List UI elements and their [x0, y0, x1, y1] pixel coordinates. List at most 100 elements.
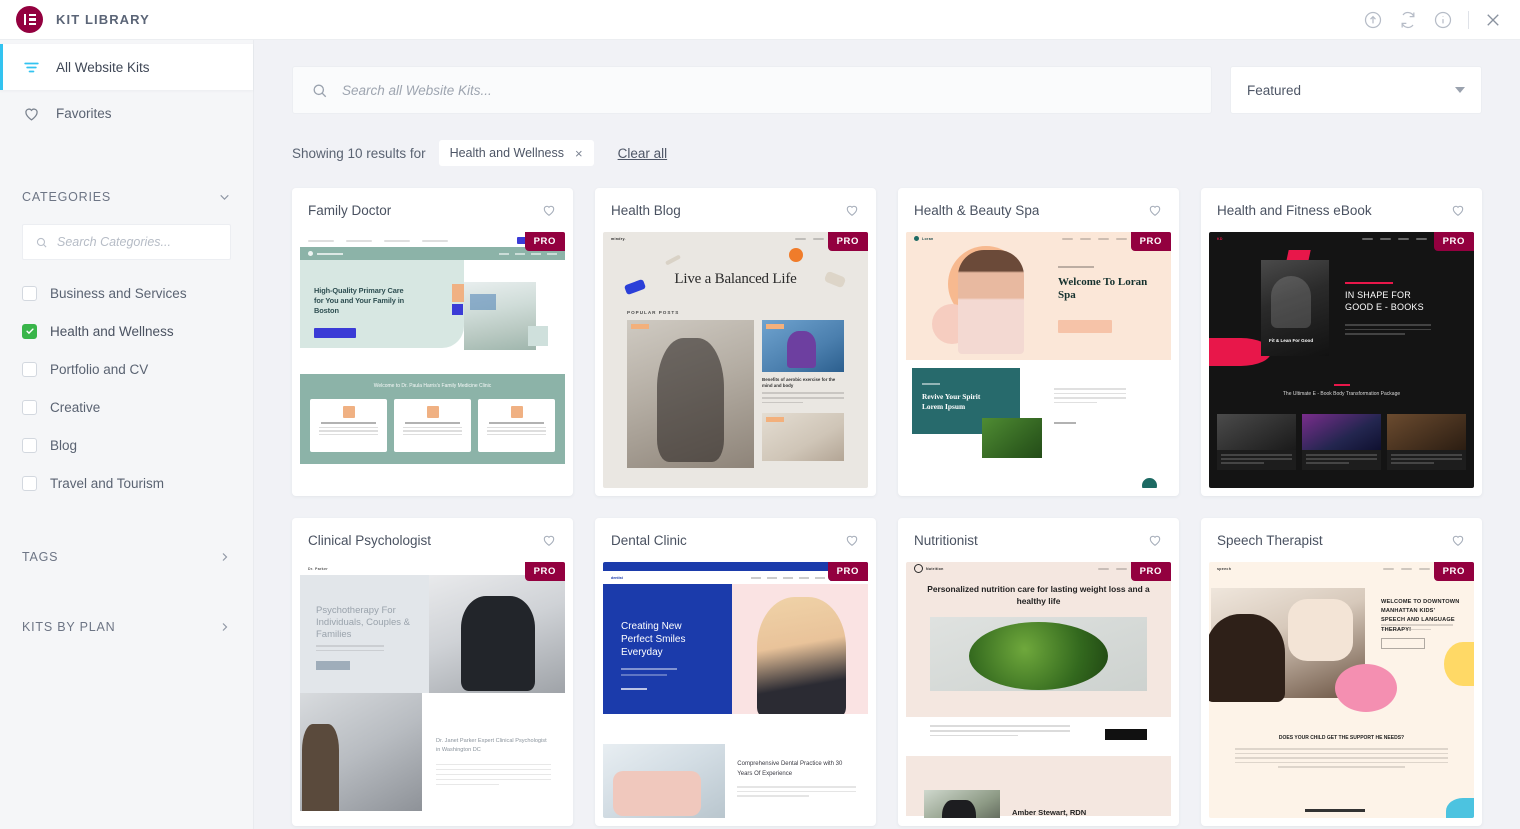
category-creative[interactable]: Creative	[0, 388, 253, 426]
preview-post-title: Benefits of aerobic exercise for the min…	[762, 377, 836, 389]
sort-value: Featured	[1247, 82, 1302, 98]
kit-thumbnail[interactable]: PRO Loran Welcome To Loran Spa Revive Yo…	[906, 232, 1171, 488]
favorite-heart-icon[interactable]	[1147, 202, 1163, 218]
checkbox[interactable]	[22, 475, 37, 491]
kit-thumbnail[interactable]: PRO speech WELCOME TO DOWNTOWN MANHATTAN…	[1209, 562, 1474, 818]
category-label: Creative	[50, 399, 101, 415]
preview-logo: Loran	[914, 236, 933, 241]
elementor-logo-icon	[16, 6, 43, 33]
category-blog[interactable]: Blog	[0, 426, 253, 464]
kits-by-plan-label: KITS BY PLAN	[22, 620, 116, 634]
kit-card-nutritionist[interactable]: Nutritionist PRO Nutrition Personalized …	[898, 518, 1179, 826]
header-actions	[1363, 10, 1502, 30]
kit-card-clinical-psychologist[interactable]: Clinical Psychologist PRO Dr. Parker Psy…	[292, 518, 573, 826]
preview-headline: IN SHAPE FOR GOOD E - BOOKS	[1345, 290, 1424, 312]
sidebar-item-label: Favorites	[56, 105, 112, 121]
filter-chip-health-and-wellness[interactable]: Health and Wellness ×	[438, 140, 594, 166]
close-icon[interactable]	[1484, 11, 1502, 29]
kit-thumbnail[interactable]: PRO High-Quality Primary Care for You an…	[300, 232, 565, 488]
preview-headline: Welcome To Loran Spa	[1058, 276, 1148, 301]
pro-badge: PRO	[524, 562, 565, 581]
sidebar: All Website Kits Favorites CATEGORIES Se…	[0, 40, 254, 829]
checkbox[interactable]	[22, 323, 37, 339]
checkbox[interactable]	[22, 285, 37, 301]
kit-thumbnail[interactable]: PRO Nutrition Personalized nutrition car…	[906, 562, 1171, 818]
info-icon[interactable]	[1433, 10, 1453, 30]
sort-select[interactable]: Featured	[1230, 66, 1482, 114]
pro-badge: PRO	[827, 232, 868, 251]
preview-bio: Dr. Janet Parker Expert Clinical Psychol…	[435, 738, 547, 753]
preview-logo: Nutrition	[914, 564, 944, 573]
preview-logo: KD	[1217, 236, 1223, 241]
preview-section: DOES YOUR CHILD GET THE SUPPORT HE NEEDS…	[1278, 735, 1405, 741]
header-divider	[1468, 10, 1469, 29]
kit-thumbnail[interactable]: PRO mindry. Live a Balanced Life POPULAR…	[603, 232, 868, 488]
search-icon	[313, 84, 327, 97]
preview-headline: Psychotherapy For Individuals, Couples &…	[316, 605, 410, 641]
card-header: Health Blog	[595, 188, 876, 232]
app-header: KIT LIBRARY	[0, 0, 1520, 40]
filter-icon	[24, 62, 39, 72]
favorite-heart-icon[interactable]	[541, 202, 557, 218]
filter-summary: Showing 10 results for Health and Wellne…	[292, 140, 1482, 166]
preview-book-text: Fit & Lean For Good	[1269, 337, 1314, 343]
favorite-heart-icon[interactable]	[1450, 202, 1466, 218]
page-title: KIT LIBRARY	[56, 12, 150, 27]
search-placeholder: Search all Website Kits...	[342, 82, 492, 98]
checkbox[interactable]	[22, 361, 37, 377]
kit-card-health-blog[interactable]: Health Blog PRO mindry. Live a Balanced …	[595, 188, 876, 496]
category-health-and-wellness[interactable]: Health and Wellness	[0, 312, 253, 350]
category-label: Blog	[50, 437, 78, 453]
heart-icon	[25, 107, 38, 121]
import-icon[interactable]	[1363, 10, 1383, 30]
category-travel-and-tourism[interactable]: Travel and Tourism	[0, 464, 253, 502]
toolbar: Search all Website Kits... Featured	[292, 66, 1482, 114]
preview-person: Amber Stewart, RDN	[1012, 808, 1087, 818]
category-list: Business and Services Health and Wellnes…	[0, 274, 253, 502]
tags-label: TAGS	[22, 550, 59, 564]
card-header: Speech Therapist	[1201, 518, 1482, 562]
favorite-heart-icon[interactable]	[541, 532, 557, 548]
sidebar-item-favorites[interactable]: Favorites	[0, 90, 253, 136]
category-business-and-services[interactable]: Business and Services	[0, 274, 253, 312]
kit-title: Health and Fitness eBook	[1217, 202, 1372, 218]
favorite-heart-icon[interactable]	[1147, 532, 1163, 548]
checkbox[interactable]	[22, 399, 37, 415]
chevron-right-icon	[222, 623, 228, 631]
kit-card-dental-clinic[interactable]: Dental Clinic PRO dentist Creating New P…	[595, 518, 876, 826]
kit-grid: Family Doctor PRO High-Quality Primary C…	[292, 188, 1482, 826]
category-label: Portfolio and CV	[50, 361, 149, 377]
kit-card-health-and-fitness-ebook[interactable]: Health and Fitness eBook PRO KD Fit & Le…	[1201, 188, 1482, 496]
preview-panel-text: Revive Your Spirit Lorem Ipsum	[922, 392, 981, 411]
categories-section-header[interactable]: CATEGORIES	[0, 180, 253, 214]
kit-thumbnail[interactable]: PRO Dr. Parker Psychotherapy For Individ…	[300, 562, 565, 818]
favorite-heart-icon[interactable]	[844, 532, 860, 548]
search-input[interactable]: Search all Website Kits...	[292, 66, 1212, 114]
categories-label: CATEGORIES	[22, 190, 112, 204]
chip-remove-icon[interactable]: ×	[575, 147, 583, 160]
sidebar-item-all-website-kits[interactable]: All Website Kits	[0, 44, 253, 90]
sync-icon[interactable]	[1398, 10, 1418, 30]
card-header: Health & Beauty Spa	[898, 188, 1179, 232]
category-portfolio-and-cv[interactable]: Portfolio and CV	[0, 350, 253, 388]
kit-thumbnail[interactable]: PRO KD Fit & Lean For Good IN SHAPE FOR …	[1209, 232, 1474, 488]
checkbox[interactable]	[22, 437, 37, 453]
preview-section-text: The Ultimate E - Book Body Transformatio…	[1282, 391, 1401, 397]
favorite-heart-icon[interactable]	[844, 202, 860, 218]
kit-title: Speech Therapist	[1217, 532, 1323, 548]
kit-card-family-doctor[interactable]: Family Doctor PRO High-Quality Primary C…	[292, 188, 573, 496]
kit-card-speech-therapist[interactable]: Speech Therapist PRO speech WELCOME TO D…	[1201, 518, 1482, 826]
kit-card-health-and-beauty-spa[interactable]: Health & Beauty Spa PRO Loran Welcome To…	[898, 188, 1179, 496]
chevron-down-icon	[220, 194, 229, 200]
favorite-heart-icon[interactable]	[1450, 532, 1466, 548]
kits-by-plan-section-header[interactable]: KITS BY PLAN	[0, 610, 253, 644]
pro-badge: PRO	[524, 232, 565, 251]
clear-all-link[interactable]: Clear all	[618, 146, 668, 161]
search-icon	[36, 237, 47, 247]
kit-thumbnail[interactable]: PRO dentist Creating New Perfect Smiles …	[603, 562, 868, 818]
preview-headline: High-Quality Primary Care for You and Yo…	[314, 286, 405, 315]
tags-section-header[interactable]: TAGS	[0, 540, 253, 574]
category-search-input[interactable]: Search Categories...	[22, 224, 231, 260]
results-count-text: Showing 10 results for	[292, 145, 426, 161]
preview-headline: Personalized nutrition care for lasting …	[927, 584, 1150, 607]
